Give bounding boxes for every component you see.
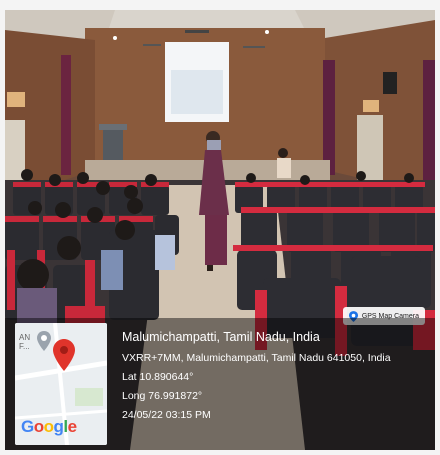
google-logo-letter: o	[43, 417, 54, 436]
google-logo-letter: G	[21, 417, 34, 436]
google-logo-letter: e	[67, 417, 77, 436]
google-logo-letter: o	[33, 417, 44, 436]
map-pin-red-icon	[53, 339, 75, 371]
google-logo-letter: g	[53, 417, 64, 436]
location-address: VXRR+7MM, Malumichampatti, Tamil Nadu 64…	[122, 352, 391, 364]
location-info: Malumichampatti, Tamil Nadu, India VXRR+…	[122, 330, 391, 428]
location-datetime: 24/05/22 03:15 PM	[122, 409, 211, 421]
location-longitude: Long 76.991872°	[122, 390, 203, 402]
map-thumbnail[interactable]: AN F... Google	[15, 323, 107, 445]
map-label-fragment: AN F...	[19, 333, 31, 351]
gps-info-overlay: AN F... Google Malumichampatti, Tamil Na…	[5, 318, 435, 450]
location-title: Malumichampatti, Tamil Nadu, India	[122, 330, 320, 344]
map-pin-grey-icon	[37, 331, 51, 351]
google-logo: Google	[21, 417, 77, 437]
location-latitude: Lat 10.890644°	[122, 371, 194, 383]
photo-frame: GPS Map Camera AN F... Google Malumicham…	[0, 0, 440, 455]
